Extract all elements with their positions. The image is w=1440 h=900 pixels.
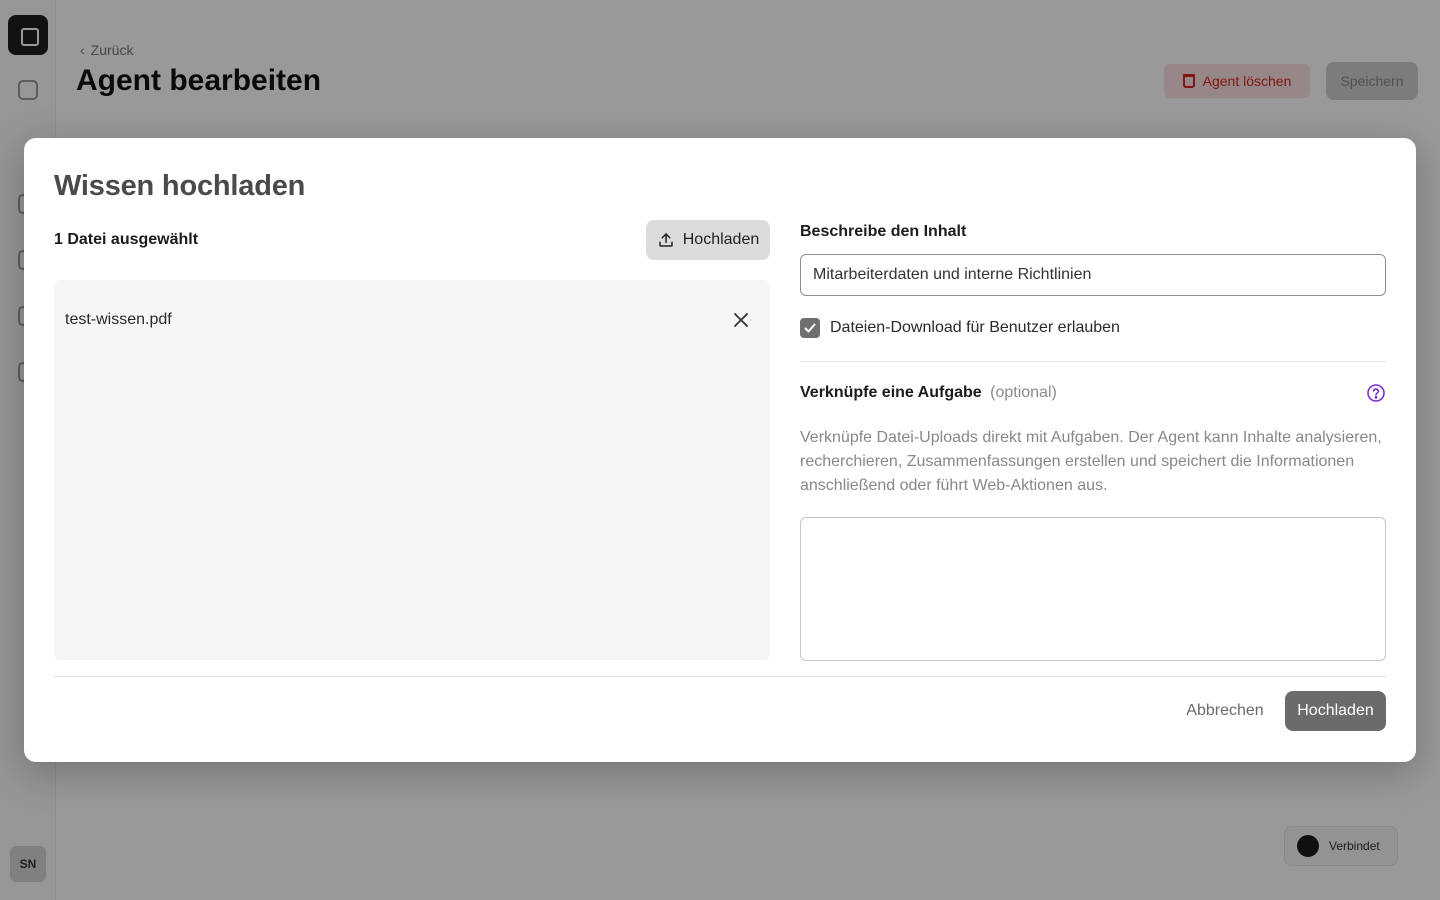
cancel-button[interactable]: Abbrechen [1172,691,1278,731]
upload-knowledge-dialog: Wissen hochladen 1 Datei ausgewählt Hoch… [24,138,1416,762]
file-list-item: test-wissen.pdf [54,300,770,340]
question-circle-icon[interactable] [1366,383,1386,403]
footer-divider [54,676,1386,677]
selected-file-count: 1 Datei ausgewählt [54,231,199,248]
description-input[interactable] [800,254,1386,296]
file-name: test-wissen.pdf [65,311,172,328]
upload-icon [659,233,673,247]
allow-download-label: Dateien-Download für Benutzer erlauben [830,319,1120,336]
task-optional-hint: (optional) [990,384,1057,401]
upload-submit-button[interactable]: Hochladen [1285,691,1386,731]
divider [800,361,1386,362]
task-textarea[interactable] [800,517,1386,661]
description-label: Beschreibe den Inhalt [800,223,967,240]
allow-download-option[interactable]: Dateien-Download für Benutzer erlauben [800,318,1120,338]
task-label-text: Verknüpfe eine Aufgabe [800,384,982,401]
allow-download-checkbox[interactable] [800,318,820,338]
choose-files-button[interactable]: Hochladen [646,220,770,260]
task-help-text: Verknüpfe Datei-Uploads direkt mit Aufga… [800,429,1382,494]
check-icon [804,323,816,333]
file-list: test-wissen.pdf [54,280,770,660]
choose-files-label: Hochladen [682,231,760,248]
task-label: Verknüpfe eine Aufgabe (optional) [800,384,1057,402]
dialog-title: Wissen hochladen [54,170,306,202]
close-icon[interactable] [730,309,752,331]
